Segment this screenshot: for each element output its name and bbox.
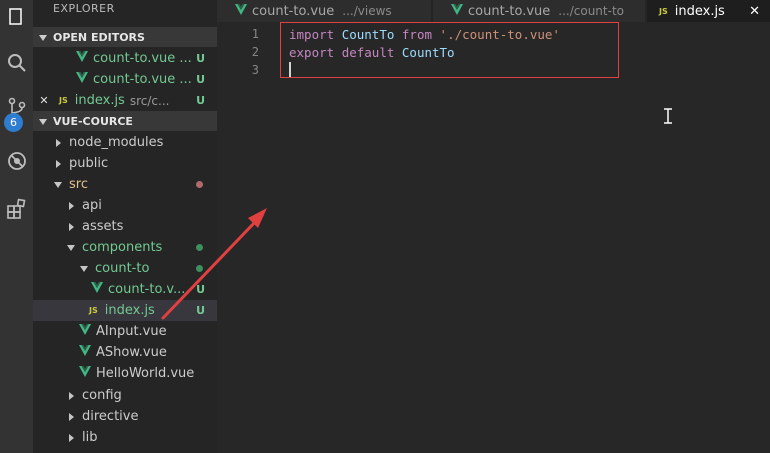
highlight-box	[280, 22, 619, 78]
vue-file-icon	[76, 51, 88, 66]
modified-dot	[196, 265, 203, 272]
js-file-icon: JS	[659, 6, 668, 16]
vue-file-icon	[79, 366, 91, 381]
open-editor-name: count-to.vue ...	[93, 72, 192, 87]
open-editor-item-active[interactable]: ✕ JS index.js src/c... U	[33, 90, 217, 111]
tree-label: assets	[82, 219, 124, 234]
explorer-title: EXPLORER	[53, 2, 115, 15]
chevron-right-icon	[66, 201, 76, 210]
chevron-down-icon	[79, 265, 89, 272]
open-editors-header[interactable]: OPEN EDITORS	[33, 27, 217, 47]
vue-file-icon	[79, 345, 91, 360]
tree-label: count-to	[95, 261, 150, 276]
untracked-status: U	[196, 283, 205, 296]
tree-folder-node-modules[interactable]: node_modules	[33, 132, 217, 153]
chevron-right-icon	[66, 412, 76, 421]
chevron-down-icon	[66, 244, 76, 251]
tab-path: .../count-to	[558, 4, 624, 18]
untracked-status: U	[196, 94, 205, 107]
code-editor[interactable]: 1 2 3 import CountTo from './count-to.vu…	[217, 22, 770, 453]
tree-folder-components[interactable]: components	[33, 237, 217, 258]
open-editor-item[interactable]: count-to.vue ... U	[33, 69, 217, 90]
tab-path: .../views	[342, 4, 392, 18]
chevron-right-icon	[66, 391, 76, 400]
open-editor-name: count-to.vue ...	[93, 51, 192, 66]
tree-label: lib	[82, 430, 98, 445]
tree-file-count-to-vue[interactable]: count-to.v... U	[33, 279, 217, 300]
activity-bar: 6	[0, 0, 33, 453]
tab-label: index.js	[674, 3, 725, 19]
tree-label: directive	[82, 409, 139, 424]
tree-label: src	[69, 177, 88, 192]
tab-label: count-to.vue	[252, 3, 335, 19]
ibeam-cursor-icon	[663, 108, 673, 128]
line-number: 2	[251, 45, 259, 59]
tree-label: AInput.vue	[96, 324, 167, 339]
tree-label: AShow.vue	[96, 345, 167, 360]
project-header[interactable]: VUE-COURCE	[33, 111, 217, 131]
tab-count-to-views[interactable]: count-to.vue .../views	[217, 0, 431, 22]
chevron-right-icon	[66, 433, 76, 442]
tab-label: count-to.vue	[468, 3, 551, 19]
editor-tabs: count-to.vue .../views count-to.vue .../…	[217, 0, 770, 22]
tree-label: api	[82, 198, 102, 213]
tree-folder-assets[interactable]: assets	[33, 216, 217, 237]
vue-file-icon	[79, 324, 91, 339]
tree-folder-lib[interactable]: lib	[33, 427, 217, 448]
open-editors-label: OPEN EDITORS	[53, 30, 145, 44]
js-file-icon: JS	[89, 306, 98, 315]
extensions-icon[interactable]	[0, 198, 33, 220]
tree-file-ashow-vue[interactable]: AShow.vue	[33, 342, 217, 363]
chevron-down-icon	[53, 181, 63, 188]
tree-folder-count-to[interactable]: count-to	[33, 258, 217, 279]
tree-folder-directive[interactable]: directive	[33, 406, 217, 427]
debug-icon[interactable]	[0, 150, 33, 172]
tree-label: components	[82, 240, 163, 255]
chevron-down-icon	[39, 31, 47, 44]
vue-file-icon	[91, 282, 103, 297]
explorer-sidebar: EXPLORER OPEN EDITORS count-to.vue ... U…	[33, 0, 217, 453]
source-control-badge: 6	[4, 113, 23, 132]
tree-file-ainput-vue[interactable]: AInput.vue	[33, 321, 217, 342]
close-icon[interactable]: ✕	[33, 94, 55, 107]
tree-folder-api[interactable]: api	[33, 195, 217, 216]
tree-label: index.js	[104, 303, 155, 318]
open-editor-name: index.js	[74, 93, 125, 108]
search-icon[interactable]	[0, 52, 33, 74]
tab-index-js[interactable]: JS index.js ✕	[647, 0, 770, 22]
vue-file-icon	[451, 3, 463, 19]
tree-folder-src[interactable]: src	[33, 174, 217, 195]
modified-dot	[196, 244, 203, 251]
chevron-right-icon	[53, 138, 63, 147]
js-file-icon: JS	[59, 96, 68, 105]
tree-label: count-to.v...	[108, 282, 186, 297]
line-number: 3	[251, 63, 259, 77]
untracked-status: U	[196, 304, 205, 317]
close-icon[interactable]: ✕	[749, 4, 760, 19]
vue-file-icon	[76, 72, 88, 87]
tab-count-to-count-to[interactable]: count-to.vue .../count-to	[433, 0, 645, 22]
explorer-icon[interactable]	[0, 8, 33, 26]
vue-file-icon	[235, 3, 247, 19]
tree-label: public	[69, 156, 109, 171]
modified-dot	[196, 181, 203, 188]
tree-folder-public[interactable]: public	[33, 153, 217, 174]
tree-label: node_modules	[69, 135, 164, 150]
chevron-right-icon	[53, 159, 63, 168]
chevron-down-icon	[39, 115, 47, 128]
tree-label: HelloWorld.vue	[96, 366, 195, 381]
untracked-status: U	[196, 52, 205, 65]
tree-file-helloworld-vue[interactable]: HelloWorld.vue	[33, 363, 217, 384]
open-editor-path: src/c...	[129, 93, 170, 108]
project-label: VUE-COURCE	[53, 114, 133, 128]
line-number: 1	[251, 27, 259, 41]
chevron-right-icon	[66, 222, 76, 231]
tree-file-index-js[interactable]: JS index.js U	[33, 300, 217, 321]
open-editor-item[interactable]: count-to.vue ... U	[33, 48, 217, 69]
untracked-status: U	[196, 73, 205, 86]
tree-label: config	[82, 388, 122, 403]
tree-folder-config[interactable]: config	[33, 385, 217, 406]
